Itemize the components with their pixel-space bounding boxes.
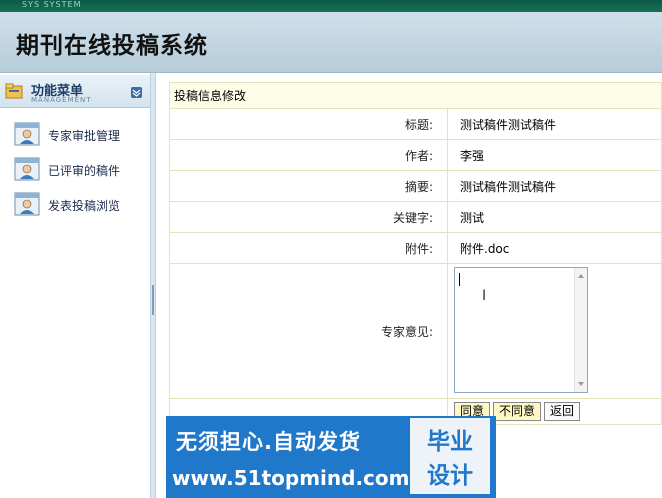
splitter-grip[interactable] — [152, 285, 154, 315]
author-value: 李强 — [447, 139, 662, 171]
author-label: 作者: — [169, 139, 448, 171]
text-caret — [459, 273, 460, 286]
sidebar-item-label: 专家审批管理 — [48, 129, 121, 143]
opinion-cell: I — [447, 263, 662, 399]
sidebar-item-reviewed[interactable]: 已评审的稿件 — [14, 156, 144, 182]
sidebar-item-expert-review[interactable]: 专家审批管理 — [14, 121, 144, 147]
scroll-down-icon[interactable] — [578, 382, 584, 386]
sidebar-item-label: 发表投稿浏览 — [48, 199, 121, 213]
watermark-badge-top: 毕业 — [427, 429, 473, 455]
textarea-scrollbar[interactable] — [574, 268, 587, 392]
user-card-icon — [14, 157, 40, 181]
opinion-label: 专家意见: — [169, 263, 448, 399]
app-title: 期刊在线投稿系统 — [16, 33, 208, 59]
submission-form: 投稿信息修改 标题: 测试稿件测试稿件 作者: 李强 摘要: 测试稿件测试稿件 … — [169, 82, 662, 425]
user-card-icon — [14, 192, 40, 216]
attachment-label: 附件: — [169, 232, 448, 264]
sidebar: 功能菜单 MANAGEMENT 专家审批管理 已评审的稿件 发表投稿浏览 — [0, 73, 152, 498]
window-title-bar: SYS SYSTEM — [0, 0, 662, 12]
reject-button[interactable]: 不同意 — [493, 402, 542, 421]
watermark-badge: 毕业 设计 — [410, 418, 490, 494]
watermark-banner: 无须担心.自动发货 www.51topmind.com 毕业 设计 — [166, 416, 496, 498]
abstract-label: 摘要: — [169, 170, 448, 202]
window-caption: SYS SYSTEM — [22, 0, 82, 9]
back-button[interactable]: 返回 — [544, 402, 581, 421]
app-header: 期刊在线投稿系统 — [0, 12, 662, 73]
collapse-chevron-icon[interactable] — [131, 87, 142, 98]
user-card-icon — [14, 122, 40, 146]
form-caption: 投稿信息修改 — [169, 82, 662, 109]
keywords-label: 关键字: — [169, 201, 448, 233]
scroll-up-icon[interactable] — [578, 274, 584, 278]
title-value: 测试稿件测试稿件 — [447, 108, 662, 140]
watermark-url: www.51topmind.com — [172, 466, 410, 490]
sidebar-item-label: 已评审的稿件 — [48, 164, 121, 178]
menu-folder-icon — [5, 83, 23, 99]
keywords-value: 测试 — [447, 201, 662, 233]
sidebar-subtitle: MANAGEMENT — [31, 96, 92, 104]
sidebar-header: 功能菜单 MANAGEMENT — [0, 75, 151, 108]
abstract-value: 测试稿件测试稿件 — [447, 170, 662, 202]
text-cursor-icon: I — [482, 288, 487, 304]
opinion-textarea[interactable]: I — [454, 267, 588, 393]
attachment-value: 附件.doc — [447, 232, 662, 264]
title-label: 标题: — [169, 108, 448, 140]
watermark-badge-bottom: 设计 — [427, 463, 473, 489]
sidebar-item-published[interactable]: 发表投稿浏览 — [14, 191, 144, 217]
watermark-slogan: 无须担心.自动发货 — [176, 430, 361, 454]
